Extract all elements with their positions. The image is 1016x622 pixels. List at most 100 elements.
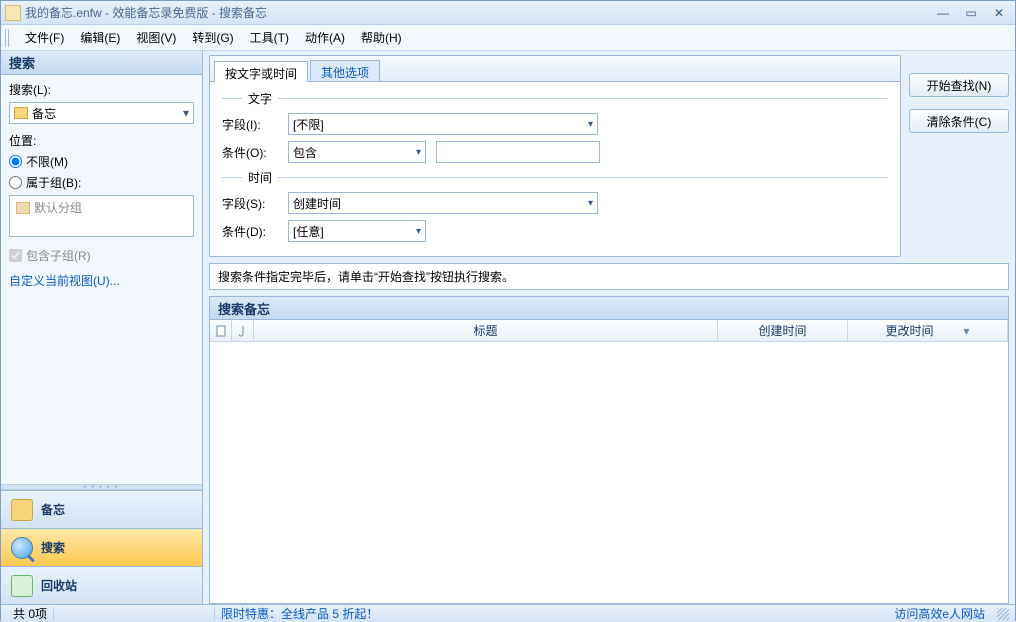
tab-by-text-time[interactable]: 按文字或时间 — [214, 61, 308, 82]
menu-tools[interactable]: 工具(T) — [242, 26, 297, 49]
cond-d-select[interactable]: [任意] ▾ — [288, 220, 426, 242]
action-buttons: 开始查找(N) 清除条件(C) — [909, 55, 1009, 257]
status-promo-link[interactable]: 限时特惠：全线产品 5 折起！ — [215, 605, 384, 622]
resize-grip[interactable] — [997, 608, 1009, 620]
group-item-label: 默认分组 — [34, 199, 82, 216]
content: 搜索 搜索(L): 备忘 ▾ 位置: 不限(M) 属于组(B): 默认分组 — [1, 51, 1015, 604]
chevron-down-icon: ▾ — [588, 198, 593, 209]
radio-group-input[interactable] — [9, 176, 22, 189]
section-time: 时间 — [222, 169, 888, 186]
include-subgroups-label: 包含子组(R) — [26, 247, 91, 264]
tabstrip: 按文字或时间 其他选项 — [210, 56, 900, 82]
clear-conditions-button[interactable]: 清除条件(C) — [909, 109, 1009, 133]
menu-view[interactable]: 视图(V) — [128, 26, 184, 49]
search-combo[interactable]: 备忘 ▾ — [9, 102, 194, 124]
results-table: 标题 创建时间 更改时间 ▾ — [209, 320, 1009, 604]
sidebar: 搜索 搜索(L): 备忘 ▾ 位置: 不限(M) 属于组(B): 默认分组 — [1, 51, 203, 604]
window-buttons: — ▭ ✕ — [931, 5, 1011, 21]
attachment-icon — [239, 325, 247, 337]
recycle-icon — [11, 575, 33, 597]
radio-unlimited-label: 不限(M) — [26, 153, 68, 170]
radio-unlimited[interactable]: 不限(M) — [9, 153, 194, 170]
nav-search[interactable]: 搜索 — [1, 528, 202, 566]
include-subgroups[interactable]: 包含子组(R) — [9, 247, 194, 264]
menubar-grip — [5, 29, 11, 47]
status-visit-link[interactable]: 访问高效e人网站 — [888, 605, 991, 622]
document-icon — [216, 325, 226, 337]
field-i-value: [不限] — [293, 116, 588, 133]
window-title: 我的备忘.enfw - 效能备忘录免费版 - 搜索备忘 — [25, 4, 931, 21]
minimize-button[interactable]: — — [931, 5, 955, 21]
search-combo-text: 备忘 — [32, 105, 183, 122]
cond-d-label: 条件(D): — [222, 223, 278, 240]
field-s-label: 字段(S): — [222, 195, 278, 212]
menu-goto[interactable]: 转到(G) — [184, 26, 241, 49]
app-icon — [5, 5, 21, 21]
radio-group[interactable]: 属于组(B): — [9, 174, 194, 191]
cond-o-value: 包含 — [293, 144, 416, 161]
nav-memo[interactable]: 备忘 — [1, 490, 202, 528]
field-s-select[interactable]: 创建时间 ▾ — [288, 192, 598, 214]
folder-icon — [16, 202, 30, 214]
section-text: 文字 — [222, 90, 888, 107]
folder-icon — [14, 107, 28, 119]
chevron-down-icon: ▾ — [416, 226, 421, 237]
maximize-button[interactable]: ▭ — [959, 5, 983, 21]
hint-text: 搜索条件指定完毕后，请单击“开始查找”按钮执行搜索。 — [209, 263, 1009, 290]
section-text-label: 文字 — [248, 90, 272, 107]
cond-d-value: [任意] — [293, 223, 416, 240]
row-field-i: 字段(I): [不限] ▾ — [222, 113, 888, 135]
col-created[interactable]: 创建时间 — [718, 320, 848, 341]
sidebar-header: 搜索 — [1, 51, 202, 75]
search-label: 搜索(L): — [9, 81, 194, 98]
table-header: 标题 创建时间 更改时间 ▾ — [210, 320, 1008, 342]
menu-help[interactable]: 帮助(H) — [353, 26, 410, 49]
col-title[interactable]: 标题 — [254, 320, 718, 341]
customize-view-link[interactable]: 自定义当前视图(U)... — [9, 274, 120, 288]
row-cond-d: 条件(D): [任意] ▾ — [222, 220, 888, 242]
col-modified[interactable]: 更改时间 ▾ — [848, 320, 1008, 341]
titlebar: 我的备忘.enfw - 效能备忘录免费版 - 搜索备忘 — ▭ ✕ — [1, 1, 1015, 25]
row-field-s: 字段(S): 创建时间 ▾ — [222, 192, 888, 214]
menu-file[interactable]: 文件(F) — [17, 26, 72, 49]
statusbar: 共 0项 限时特惠：全线产品 5 折起！ 访问高效e人网站 — [1, 604, 1015, 622]
close-button[interactable]: ✕ — [987, 5, 1011, 21]
radio-group-label: 属于组(B): — [26, 174, 81, 191]
include-subgroups-input[interactable] — [9, 249, 22, 262]
sort-indicator-icon: ▾ — [963, 324, 969, 338]
field-s-value: 创建时间 — [293, 195, 588, 212]
field-i-label: 字段(I): — [222, 116, 278, 133]
chevron-down-icon: ▾ — [416, 147, 421, 158]
search-panel: 按文字或时间 其他选项 文字 字段(I): [不限] ▾ — [209, 55, 1009, 257]
row-cond-o: 条件(O): 包含 ▾ — [222, 141, 888, 163]
nav-memo-label: 备忘 — [41, 501, 65, 518]
menubar: 文件(F) 编辑(E) 视图(V) 转到(G) 工具(T) 动作(A) 帮助(H… — [1, 25, 1015, 51]
location-label: 位置: — [9, 132, 194, 149]
radio-unlimited-input[interactable] — [9, 155, 22, 168]
status-count: 共 0项 — [7, 605, 53, 622]
menu-edit[interactable]: 编辑(E) — [72, 26, 128, 49]
cond-o-select[interactable]: 包含 ▾ — [288, 141, 426, 163]
nav-recycle-label: 回收站 — [41, 577, 77, 594]
search-icon — [11, 537, 33, 559]
col-icon1[interactable] — [210, 320, 232, 341]
nav-recycle[interactable]: 回收站 — [1, 566, 202, 604]
start-search-button[interactable]: 开始查找(N) — [909, 73, 1009, 97]
chevron-down-icon: ▾ — [183, 106, 189, 120]
keyword-input[interactable] — [436, 141, 600, 163]
group-item-default[interactable]: 默认分组 — [10, 196, 193, 219]
group-list[interactable]: 默认分组 — [9, 195, 194, 237]
sidebar-body: 搜索(L): 备忘 ▾ 位置: 不限(M) 属于组(B): 默认分组 — [1, 75, 202, 484]
col-modified-label: 更改时间 — [885, 322, 933, 339]
cond-o-label: 条件(O): — [222, 144, 278, 161]
note-icon — [11, 499, 33, 521]
col-icon2[interactable] — [232, 320, 254, 341]
field-i-select[interactable]: [不限] ▾ — [288, 113, 598, 135]
chevron-down-icon: ▾ — [588, 119, 593, 130]
results-header: 搜索备忘 — [209, 296, 1009, 320]
main: 按文字或时间 其他选项 文字 字段(I): [不限] ▾ — [203, 51, 1015, 604]
menu-action[interactable]: 动作(A) — [297, 26, 353, 49]
tab-content: 文字 字段(I): [不限] ▾ 条件(O): 包含 — [210, 82, 900, 256]
nav-search-label: 搜索 — [41, 539, 65, 556]
tab-other-options[interactable]: 其他选项 — [310, 60, 380, 81]
